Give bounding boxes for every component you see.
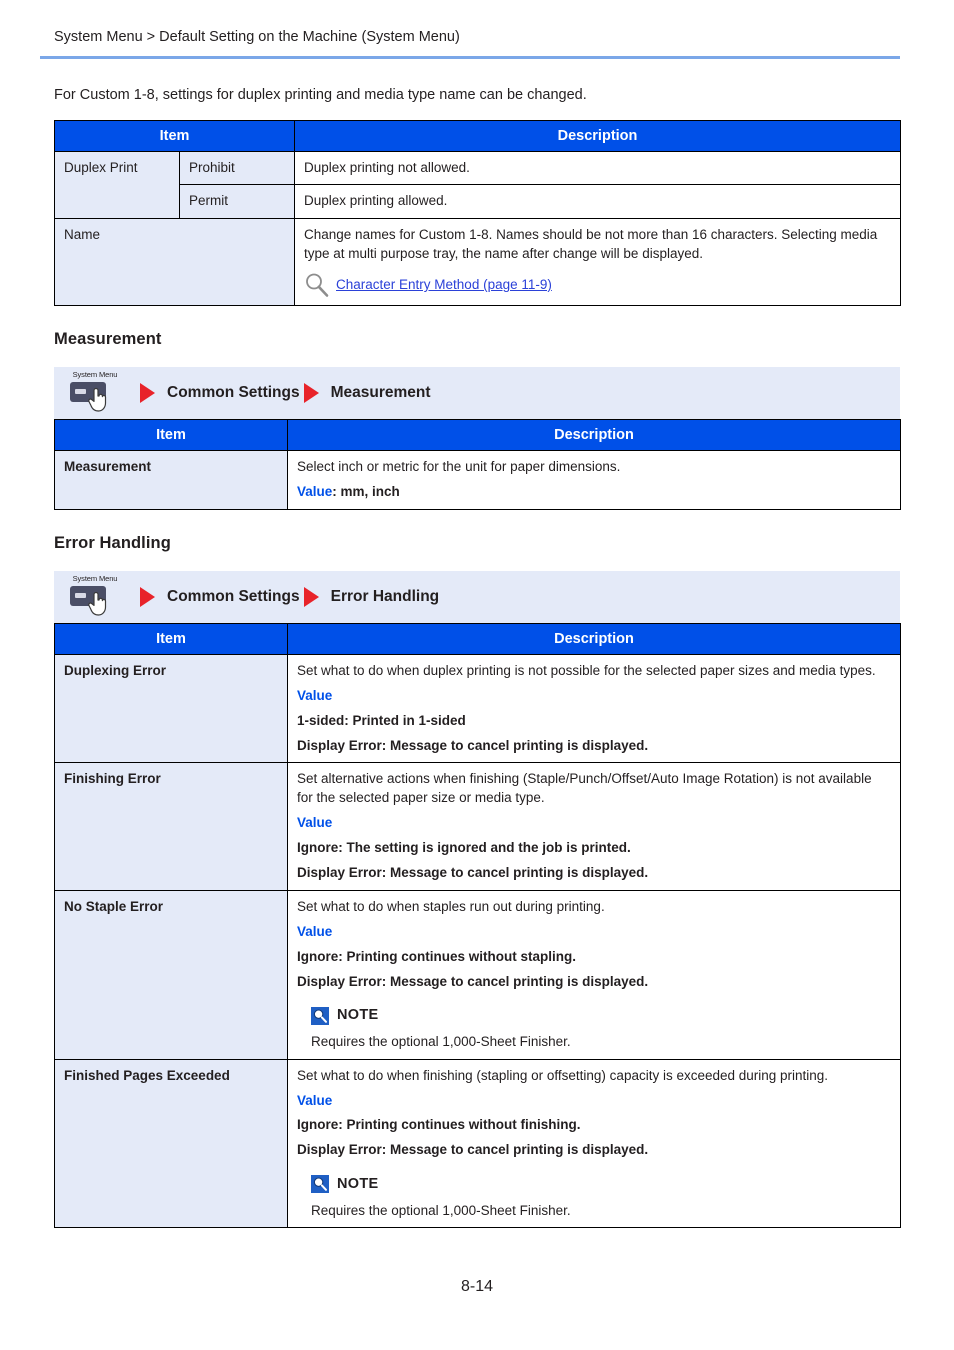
custom-media-table: Item Description Duplex Print Prohibit D… (53, 119, 902, 307)
breadcrumb: System Menu > Default Setting on the Mac… (54, 29, 460, 45)
note-magnifier-icon (311, 1175, 329, 1194)
desc-text: Select inch or metric for the unit for p… (297, 459, 621, 475)
nav-strip-error-handling: System Menu Common Settings Error Handli… (54, 570, 900, 623)
note-magnifier-icon (311, 1006, 329, 1025)
value-options: : mm, inch (332, 484, 400, 500)
cell-desc-measurement: Select inch or metric for the unit for p… (287, 450, 901, 510)
table-row: Name Change names for Custom 1-8. Names … (53, 218, 902, 307)
table-header-row: Item Description (54, 419, 901, 452)
table-row: Finishing Error Set alternative actions … (54, 762, 901, 891)
table-header-row: Item Description (53, 119, 902, 152)
page-header: System Menu > Default Setting on the Mac… (0, 0, 954, 56)
value-option-1: Ignore: Printing continues without finis… (297, 1117, 581, 1133)
cell-item-finishing-error: Finishing Error (54, 762, 288, 891)
table-header-row: Item Description (54, 622, 901, 655)
note-block: NOTE Requires the optional 1,000-Sheet F… (311, 1005, 891, 1051)
value-option-2: Display Error: Message to cancel printin… (297, 737, 649, 753)
section-title-measurement: Measurement (54, 330, 162, 349)
nav-step-common-settings[interactable]: Common Settings (167, 588, 300, 606)
column-header-description: Description (287, 622, 901, 655)
cell-item-finished-pages-exceeded: Finished Pages Exceeded (54, 1058, 288, 1229)
system-menu-key-icon[interactable]: System Menu (64, 574, 126, 620)
column-header-item: Item (54, 622, 288, 655)
value-label: Value (297, 923, 333, 939)
value-option-2: Display Error: Message to cancel printin… (297, 865, 649, 881)
desc-text: Set what to do when staples run out duri… (297, 898, 605, 914)
red-triangle-right-icon (303, 383, 319, 404)
pointing-hand-icon (88, 385, 108, 413)
cell-item-no-staple-error: No Staple Error (54, 889, 288, 1060)
cell-desc-permit: Duplex printing allowed. (294, 184, 902, 220)
cell-subitem-prohibit: Prohibit (178, 150, 296, 186)
desc-text: Set alternative actions when finishing (… (297, 771, 872, 806)
red-triangle-right-icon (140, 586, 155, 607)
value-option-2: Display Error: Message to cancel printin… (297, 1142, 649, 1158)
value-option-1: Ignore: The setting is ignored and the j… (297, 840, 631, 856)
cell-desc-duplexing-error: Set what to do when duplex printing is n… (287, 653, 901, 764)
table-row: Permit Duplex printing allowed. (55, 184, 902, 220)
nav-step-measurement[interactable]: Measurement (331, 384, 431, 402)
column-header-item: Item (53, 119, 296, 152)
nav-strip-measurement: System Menu Common Settings Measurement (54, 367, 900, 420)
table-row: No Staple Error Set what to do when stap… (54, 889, 901, 1060)
error-handling-table: Item Description Duplexing Error Set wha… (54, 622, 901, 1229)
pointing-hand-icon (88, 589, 108, 617)
cell-item-duplex-print: Duplex Print (54, 150, 180, 220)
desc-text: Set what to do when finishing (stapling … (297, 1067, 829, 1083)
magnifier-icon (304, 272, 330, 298)
system-menu-key-icon[interactable]: System Menu (64, 370, 126, 416)
page-content: For Custom 1-8, settings for duplex prin… (53, 78, 902, 1229)
column-header-item: Item (54, 419, 288, 452)
note-header: NOTE (311, 1005, 891, 1025)
cell-desc-finished-pages-exceeded: Set what to do when finishing (stapling … (287, 1058, 901, 1229)
table-row: Duplex Print Prohibit Duplex printing no… (54, 150, 902, 220)
measurement-table: Item Description Measurement Select inch… (54, 419, 901, 510)
desc-text: Change names for Custom 1-8. Names shoul… (304, 227, 878, 262)
nav-step-common-settings[interactable]: Common Settings (167, 384, 300, 402)
nav-step-error-handling[interactable]: Error Handling (331, 588, 440, 606)
character-entry-method-link[interactable]: Character Entry Method (page 11-9) (336, 274, 552, 295)
value-label: Value (297, 687, 333, 703)
cell-item-duplexing-error: Duplexing Error (54, 653, 288, 764)
page-footer: 8-14 (0, 1278, 954, 1296)
section-title-error-handling: Error Handling (54, 533, 171, 552)
value-option-1: Ignore: Printing continues without stapl… (297, 948, 576, 964)
note-block: NOTE Requires the optional 1,000-Sheet F… (311, 1174, 891, 1220)
table-row: Duplexing Error Set what to do when dupl… (54, 653, 901, 764)
header-divider (40, 56, 900, 59)
note-title: NOTE (337, 1007, 379, 1024)
note-header: NOTE (311, 1174, 891, 1194)
cell-desc-finishing-error: Set alternative actions when finishing (… (287, 762, 901, 891)
value-option-2: Display Error: Message to cancel printin… (297, 973, 649, 989)
value-line: Value: mm, inch (297, 483, 891, 502)
value-label: Value (297, 1092, 333, 1108)
system-menu-key-label: System Menu (72, 573, 118, 583)
desc-text: Set what to do when duplex printing is n… (297, 662, 876, 678)
column-header-description: Description (287, 419, 901, 452)
value-option-1: 1-sided: Printed in 1-sided (297, 712, 466, 728)
cell-item-measurement: Measurement (54, 450, 288, 510)
cross-reference[interactable]: Character Entry Method (page 11-9) (304, 272, 891, 298)
value-label: Value (297, 484, 333, 500)
note-text: Requires the optional 1,000-Sheet Finish… (311, 1202, 571, 1218)
red-triangle-right-icon (303, 586, 319, 607)
column-header-description: Description (294, 119, 902, 152)
cell-subitem-permit: Permit (178, 184, 296, 220)
note-text: Requires the optional 1,000-Sheet Finish… (311, 1033, 571, 1049)
intro-paragraph: For Custom 1-8, settings for duplex prin… (54, 87, 587, 103)
page-number: 8-14 (460, 1278, 494, 1295)
system-menu-key-label: System Menu (72, 370, 118, 380)
table-row: Measurement Select inch or metric for th… (54, 450, 901, 510)
value-label: Value (297, 815, 333, 831)
cell-desc-name: Change names for Custom 1-8. Names shoul… (294, 218, 902, 307)
note-title: NOTE (337, 1176, 379, 1193)
cell-item-name: Name (53, 218, 296, 307)
table-row: Finished Pages Exceeded Set what to do w… (54, 1058, 901, 1229)
red-triangle-right-icon (140, 383, 155, 404)
cell-desc-prohibit: Duplex printing not allowed. (294, 150, 902, 186)
cell-desc-no-staple-error: Set what to do when staples run out duri… (287, 889, 901, 1060)
